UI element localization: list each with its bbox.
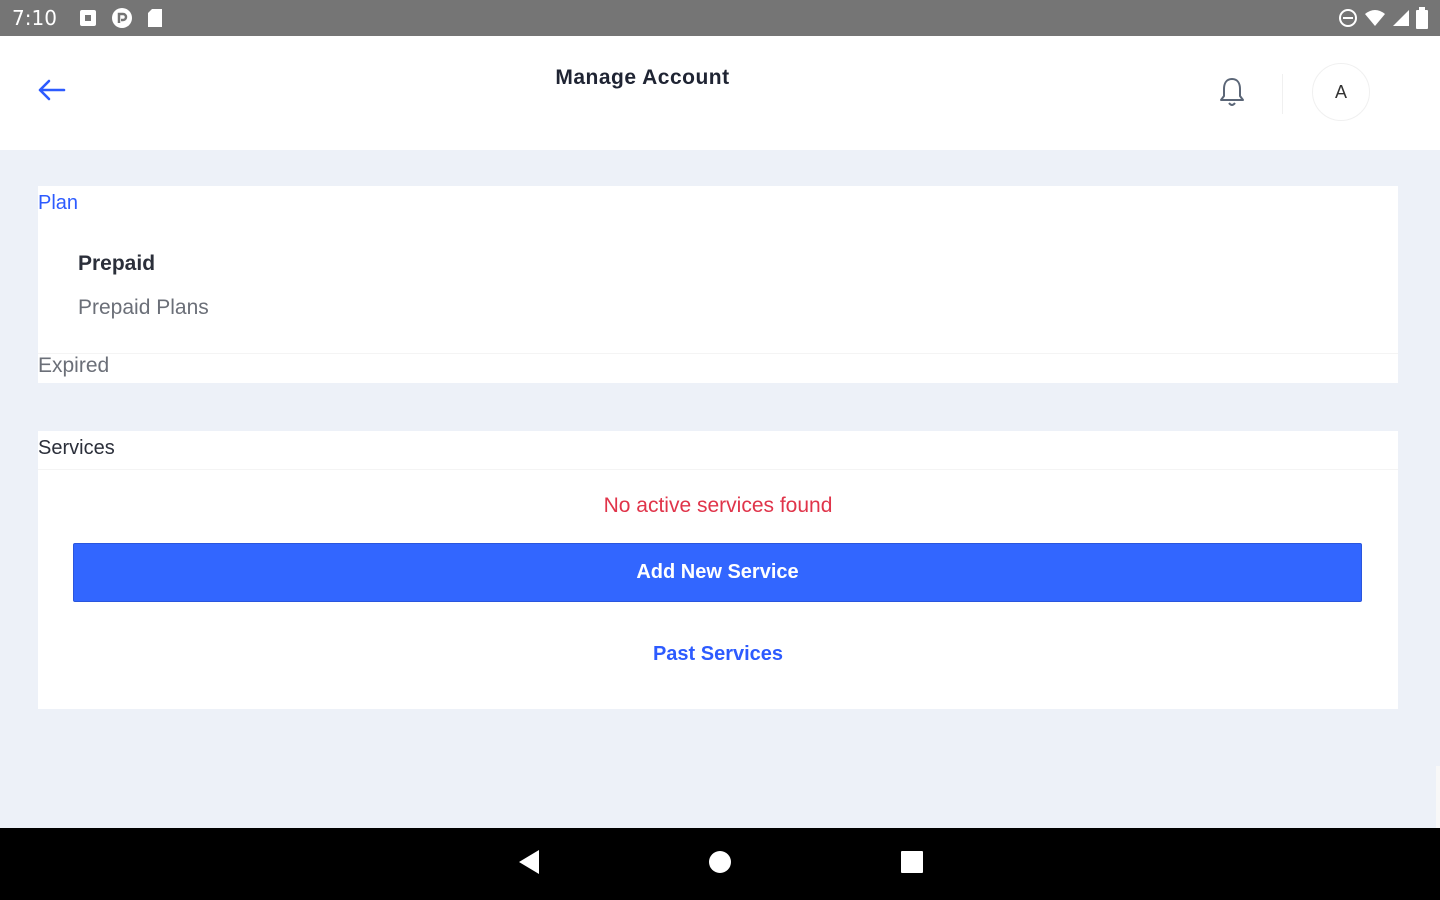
battery-icon (1416, 7, 1428, 29)
services-card: Services No active services found Add Ne… (38, 431, 1398, 709)
nav-back-button[interactable] (511, 846, 547, 882)
services-divider (38, 469, 1398, 470)
plan-name: Prepaid (78, 252, 156, 275)
signal-icon (1392, 9, 1410, 27)
notifications-button[interactable] (1212, 74, 1252, 114)
plan-heading: Plan (38, 192, 79, 214)
empty-services-message: No active services found (603, 494, 833, 517)
bell-icon (1217, 76, 1247, 113)
status-time: 7:10 (12, 6, 57, 30)
status-right-group (1332, 7, 1440, 29)
header-divider (1282, 74, 1283, 114)
home-circle-icon (708, 850, 732, 879)
page-title: Manage Account (555, 66, 730, 89)
sd-card-icon (147, 8, 163, 28)
app-bar: Manage Account A (0, 36, 1440, 150)
recents-square-icon (901, 850, 923, 878)
do-not-disturb-icon (1338, 8, 1358, 28)
wifi-icon (1364, 9, 1386, 27)
status-bar: 7:10 (0, 0, 1440, 36)
plan-status: Expired (38, 354, 110, 377)
plan-card: Plan Prepaid Prepaid Plans Expired (38, 186, 1398, 383)
status-left-group: 7:10 (0, 6, 177, 30)
add-new-service-button[interactable]: Add New Service (73, 543, 1362, 602)
nav-home-button[interactable] (702, 846, 738, 882)
plan-divider (38, 353, 1398, 354)
notification-icon (79, 9, 97, 27)
scroll-indicator (1436, 766, 1440, 828)
back-triangle-icon (517, 849, 541, 880)
pocket-casts-icon (111, 7, 133, 29)
past-services-link[interactable]: Past Services (38, 643, 1398, 666)
navigation-bar (0, 828, 1440, 900)
avatar[interactable]: A (1312, 63, 1370, 121)
nav-recents-button[interactable] (894, 846, 930, 882)
services-heading: Services (38, 437, 115, 459)
plan-description: Prepaid Plans (78, 296, 209, 319)
